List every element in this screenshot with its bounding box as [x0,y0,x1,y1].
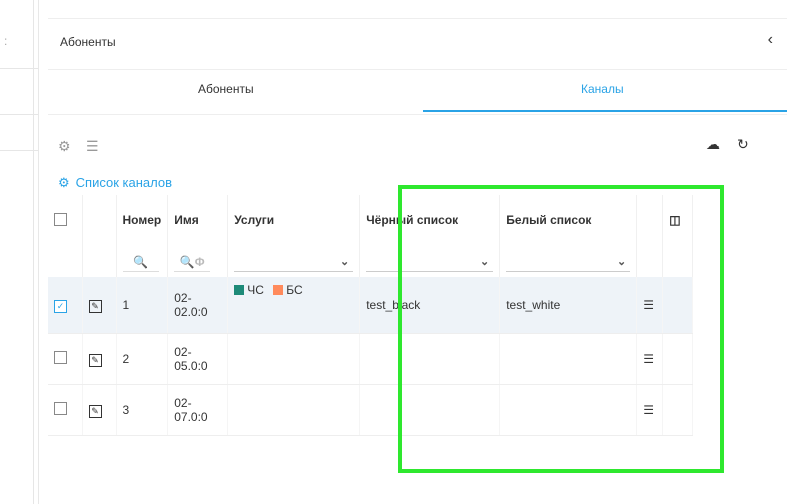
row-select-cell: ✓ [48,277,83,334]
active-tab-indicator [423,110,787,112]
filter-clear-icon[interactable]: ☰ [643,352,654,366]
settings-icon[interactable]: ⚙ [58,138,71,155]
row-action-cell: ☰ [636,277,664,334]
resize-handle[interactable] [33,0,34,504]
tag-blacklist: ЧС [234,283,264,297]
cell-services [227,333,361,385]
chevron-left-icon[interactable]: ‹ [768,31,773,49]
col-whitelist[interactable]: Белый список ⌄ [499,195,638,277]
columns-toggle-header: ◫ [662,195,694,277]
cell-blacklist [359,333,501,385]
col-name[interactable]: Имя 🔍Φ [167,195,229,277]
chevron-down-icon: ⌄ [340,256,350,268]
tab-subscribers[interactable]: Абоненты [198,82,254,96]
cell-whitelist: test_white [499,277,638,334]
filter-clear-icon[interactable]: ☰ [643,298,654,312]
col-blacklist[interactable]: Чёрный список ⌄ [359,195,501,277]
cell-services [227,384,361,436]
chevron-down-icon: ⌄ [480,256,490,268]
cell-blacklist [359,384,501,436]
cell-services: ЧС БС [227,277,361,334]
row-edit-cell: ✎ [82,384,117,436]
row-action-cell: ☰ [636,384,664,436]
row-extra-cell [662,333,694,385]
row-select-cell [48,333,83,385]
edit-icon[interactable]: ✎ [88,299,102,313]
row-edit-cell: ✎ [82,333,117,385]
edit-icon[interactable]: ✎ [88,353,102,367]
chevron-down-icon: ⌄ [617,256,627,268]
more-icon[interactable]: : [4,34,7,48]
row-action-header [636,195,664,277]
col-number[interactable]: Номер 🔍 [116,195,169,277]
select-all-cell [48,195,83,277]
edit-icon[interactable]: ✎ [88,404,102,418]
columns-icon[interactable]: ◫ [669,213,680,227]
toolbar: ⚙ ☰ ☁ ↻ [48,128,787,158]
settings-icon: ⚙ [58,175,70,190]
filter-clear-icon[interactable]: ☰ [643,403,654,417]
tag-whitelist: БС [273,283,303,297]
left-panel: : [0,0,39,504]
panel-header: Абоненты ‹ [48,18,787,70]
services-dropdown[interactable]: ⌄ [234,256,354,272]
select-all-checkbox[interactable] [54,213,67,226]
cell-name: 02-07.0:0 [167,384,229,436]
filter-clear-icon[interactable]: ☰ [86,138,99,155]
row-action-cell: ☰ [636,333,664,385]
table-row[interactable]: ✓ ✎ 1 02-02.0:0 ЧС БС test_black test_wh… [48,277,694,334]
number-filter[interactable]: 🔍 [122,255,159,272]
cell-whitelist [499,333,638,385]
table-row[interactable]: ✎ 2 02-05.0:0 ☰ [48,333,694,385]
cell-number: 3 [116,384,169,436]
row-checkbox[interactable]: ✓ [54,299,67,313]
list-title: ⚙ Список каналов [58,175,173,190]
blacklist-dropdown[interactable]: ⌄ [366,256,494,272]
tab-channels[interactable]: Каналы [581,82,624,96]
edit-col-header [82,195,117,277]
panel-title: Абоненты [60,35,116,49]
table-row[interactable]: ✎ 3 02-07.0:0 ☰ [48,384,694,436]
row-select-cell [48,384,83,436]
col-services[interactable]: Услуги ⌄ [227,195,361,277]
channels-table: Номер 🔍 Имя 🔍Φ Услуги ⌄ Чёрный список ⌄ … [48,195,694,436]
row-extra-cell [662,277,694,334]
row-checkbox[interactable] [54,402,67,415]
cell-blacklist: test_black [359,277,501,334]
row-edit-cell: ✎ [82,277,117,334]
cell-number: 2 [116,333,169,385]
cloud-upload-icon[interactable]: ☁ [706,136,720,153]
row-extra-cell [662,384,694,436]
cell-name: 02-05.0:0 [167,333,229,385]
cell-number: 1 [116,277,169,334]
whitelist-dropdown[interactable]: ⌄ [506,256,631,272]
refresh-icon[interactable]: ↻ [737,136,749,153]
cell-name: 02-02.0:0 [167,277,229,334]
row-checkbox[interactable] [54,351,67,364]
cell-whitelist [499,384,638,436]
tab-bar: Абоненты Каналы [48,68,787,115]
main-panel: Абоненты ‹ Абоненты Каналы ⚙ ☰ ☁ ↻ ⚙ Спис… [48,0,787,504]
name-filter[interactable]: 🔍Φ [174,255,211,272]
